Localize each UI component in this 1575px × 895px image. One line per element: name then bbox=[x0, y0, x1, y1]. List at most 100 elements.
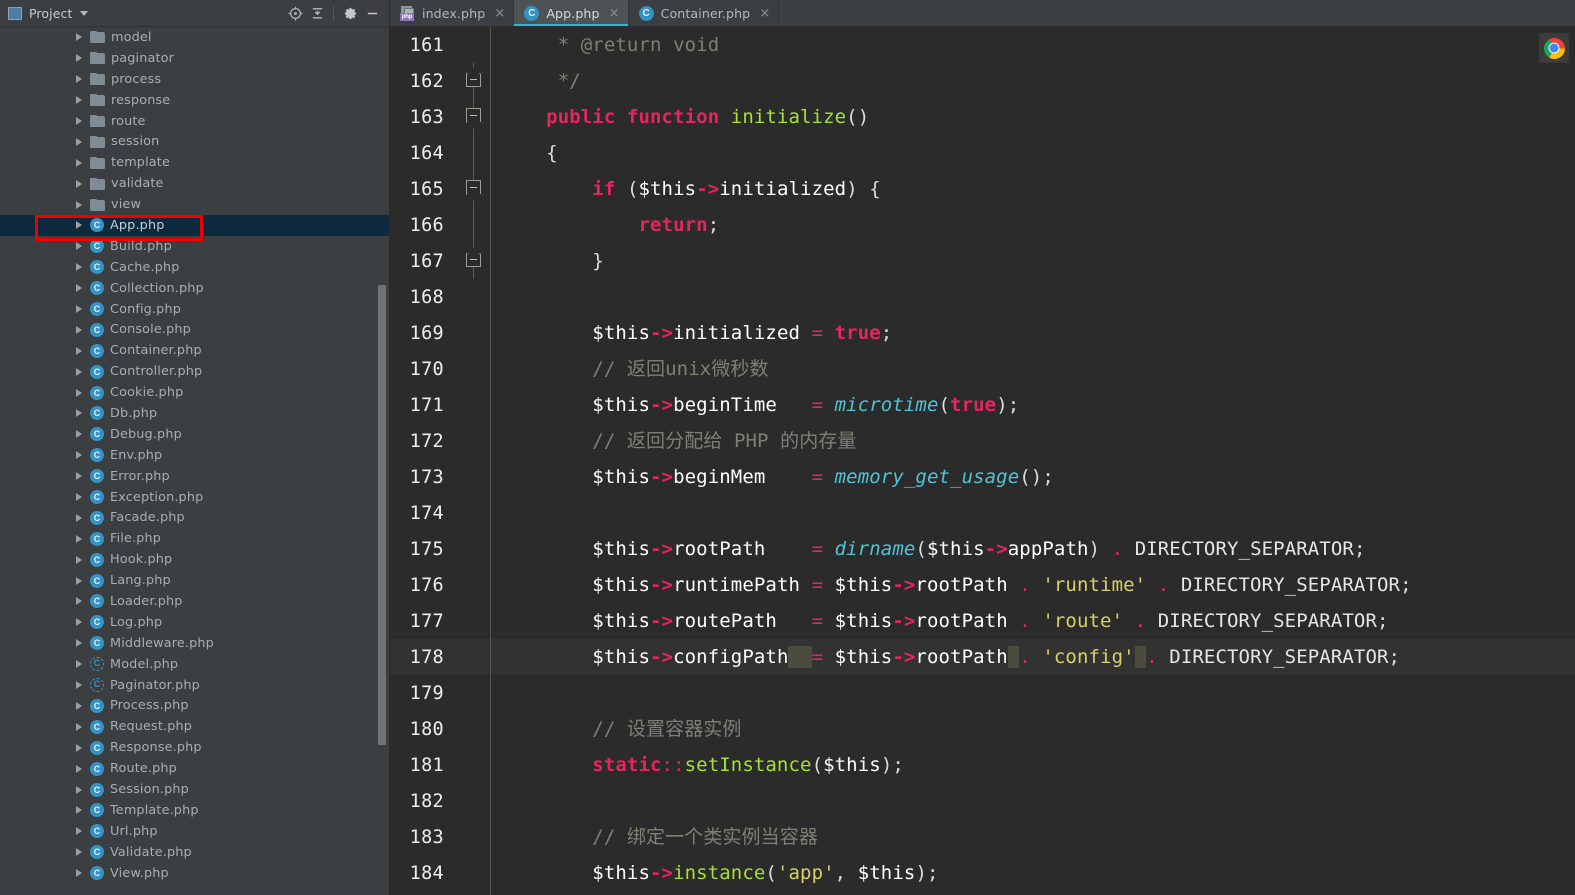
expand-arrow-icon[interactable] bbox=[76, 639, 82, 648]
tree-item-session-php[interactable]: C Session.php bbox=[0, 779, 389, 800]
close-icon[interactable]: × bbox=[609, 7, 620, 20]
tree-item-container-php[interactable]: C Container.php bbox=[0, 340, 389, 361]
code-line-161[interactable]: 161 * @return void bbox=[390, 27, 1575, 63]
fold-marker-icon[interactable] bbox=[466, 252, 481, 267]
tree-item-middleware-php[interactable]: C Middleware.php bbox=[0, 633, 389, 654]
expand-arrow-icon[interactable] bbox=[76, 806, 82, 815]
tree-item-response-php[interactable]: C Response.php bbox=[0, 737, 389, 758]
code-fold-gutter[interactable] bbox=[456, 387, 492, 423]
tree-item-process-php[interactable]: C Process.php bbox=[0, 696, 389, 717]
code-fold-gutter[interactable] bbox=[456, 63, 492, 99]
code-line-176[interactable]: 176 $this->runtimePath = $this->rootPath… bbox=[390, 567, 1575, 603]
code-fold-gutter[interactable] bbox=[456, 567, 492, 603]
expand-arrow-icon[interactable] bbox=[76, 785, 82, 794]
expand-arrow-icon[interactable] bbox=[76, 242, 82, 251]
tree-item-model-php[interactable]: C Model.php bbox=[0, 654, 389, 675]
tree-item-session[interactable]: session bbox=[0, 131, 389, 152]
code-fold-gutter[interactable] bbox=[456, 99, 492, 135]
code-fold-gutter[interactable] bbox=[456, 747, 492, 783]
tree-item-response[interactable]: response bbox=[0, 90, 389, 111]
expand-arrow-icon[interactable] bbox=[76, 325, 82, 334]
tree-item-cache-php[interactable]: C Cache.php bbox=[0, 257, 389, 278]
expand-arrow-icon[interactable] bbox=[76, 743, 82, 752]
expand-arrow-icon[interactable] bbox=[76, 597, 82, 606]
code-fold-gutter[interactable] bbox=[456, 711, 492, 747]
expand-arrow-icon[interactable] bbox=[76, 848, 82, 857]
sidebar-scrollbar-thumb[interactable] bbox=[378, 285, 386, 745]
expand-arrow-icon[interactable] bbox=[76, 388, 82, 397]
expand-arrow-icon[interactable] bbox=[76, 472, 82, 481]
tree-item-build-php[interactable]: C Build.php bbox=[0, 236, 389, 257]
expand-arrow-icon[interactable] bbox=[76, 701, 82, 710]
tree-item-cookie-php[interactable]: C Cookie.php bbox=[0, 382, 389, 403]
expand-arrow-icon[interactable] bbox=[76, 451, 82, 460]
tree-item-facade-php[interactable]: C Facade.php bbox=[0, 507, 389, 528]
fold-marker-icon[interactable] bbox=[466, 180, 481, 195]
code-line-184[interactable]: 184 $this->instance('app', $this); bbox=[390, 855, 1575, 891]
tree-item-controller-php[interactable]: C Controller.php bbox=[0, 361, 389, 382]
expand-arrow-icon[interactable] bbox=[76, 430, 82, 439]
code-fold-gutter[interactable] bbox=[456, 603, 492, 639]
code-line-164[interactable]: 164 { bbox=[390, 135, 1575, 171]
code-line-173[interactable]: 173 $this->beginMem = memory_get_usage()… bbox=[390, 459, 1575, 495]
tree-item-view[interactable]: view bbox=[0, 194, 389, 215]
tree-item-db-php[interactable]: C Db.php bbox=[0, 403, 389, 424]
code-fold-gutter[interactable] bbox=[456, 315, 492, 351]
code-line-163[interactable]: 163 public function initialize() bbox=[390, 99, 1575, 135]
expand-arrow-icon[interactable] bbox=[76, 513, 82, 522]
code-editor[interactable]: 161 * @return void 162 */163 public funct… bbox=[390, 27, 1575, 895]
expand-arrow-icon[interactable] bbox=[76, 764, 82, 773]
code-line-180[interactable]: 180 // 设置容器实例 bbox=[390, 711, 1575, 747]
expand-arrow-icon[interactable] bbox=[76, 221, 82, 230]
tree-item-validate-php[interactable]: C Validate.php bbox=[0, 842, 389, 863]
chevron-down-icon[interactable] bbox=[80, 10, 89, 16]
code-line-165[interactable]: 165 if ($this->initialized) { bbox=[390, 171, 1575, 207]
tree-item-console-php[interactable]: C Console.php bbox=[0, 319, 389, 340]
tree-item-error-php[interactable]: C Error.php bbox=[0, 466, 389, 487]
expand-arrow-icon[interactable] bbox=[76, 869, 82, 878]
tree-item-hook-php[interactable]: C Hook.php bbox=[0, 549, 389, 570]
tree-item-file-php[interactable]: C File.php bbox=[0, 528, 389, 549]
expand-arrow-icon[interactable] bbox=[76, 493, 82, 502]
expand-arrow-icon[interactable] bbox=[76, 576, 82, 585]
close-icon[interactable]: × bbox=[494, 7, 505, 20]
expand-arrow-icon[interactable] bbox=[76, 75, 82, 84]
locate-icon[interactable] bbox=[284, 2, 306, 24]
expand-arrow-icon[interactable] bbox=[76, 158, 82, 167]
sidebar-scrollbar-track[interactable] bbox=[378, 27, 388, 895]
code-fold-gutter[interactable] bbox=[456, 423, 492, 459]
tree-item-loader-php[interactable]: C Loader.php bbox=[0, 591, 389, 612]
code-fold-gutter[interactable] bbox=[456, 495, 492, 531]
code-line-169[interactable]: 169 $this->initialized = true; bbox=[390, 315, 1575, 351]
collapse-all-icon[interactable] bbox=[306, 2, 328, 24]
tree-item-process[interactable]: process bbox=[0, 69, 389, 90]
code-fold-gutter[interactable] bbox=[456, 243, 492, 279]
tree-item-paginator-php[interactable]: C Paginator.php bbox=[0, 675, 389, 696]
code-fold-gutter[interactable] bbox=[456, 783, 492, 819]
code-fold-gutter[interactable] bbox=[456, 531, 492, 567]
code-line-171[interactable]: 171 $this->beginTime = microtime(true); bbox=[390, 387, 1575, 423]
code-fold-gutter[interactable] bbox=[456, 279, 492, 315]
code-fold-gutter[interactable] bbox=[456, 459, 492, 495]
chrome-browser-icon[interactable] bbox=[1539, 33, 1569, 63]
code-line-170[interactable]: 170 // 返回unix微秒数 bbox=[390, 351, 1575, 387]
tree-item-app-php[interactable]: C App.php bbox=[0, 215, 389, 236]
tree-item-collection-php[interactable]: C Collection.php bbox=[0, 278, 389, 299]
tree-item-env-php[interactable]: C Env.php bbox=[0, 445, 389, 466]
tree-item-model[interactable]: model bbox=[0, 27, 389, 48]
code-fold-gutter[interactable] bbox=[456, 135, 492, 171]
tree-item-view-php[interactable]: C View.php bbox=[0, 863, 389, 884]
code-line-178[interactable]: 178 $this->configPath = $this->rootPath … bbox=[390, 639, 1575, 675]
tree-item-log-php[interactable]: C Log.php bbox=[0, 612, 389, 633]
expand-arrow-icon[interactable] bbox=[76, 96, 82, 105]
code-line-183[interactable]: 183 // 绑定一个类实例当容器 bbox=[390, 819, 1575, 855]
tree-item-lang-php[interactable]: C Lang.php bbox=[0, 570, 389, 591]
expand-arrow-icon[interactable] bbox=[76, 263, 82, 272]
code-line-166[interactable]: 166 return; bbox=[390, 207, 1575, 243]
expand-arrow-icon[interactable] bbox=[76, 681, 82, 690]
code-fold-gutter[interactable] bbox=[456, 207, 492, 243]
expand-arrow-icon[interactable] bbox=[76, 346, 82, 355]
tree-item-paginator[interactable]: paginator bbox=[0, 48, 389, 69]
code-line-177[interactable]: 177 $this->routePath = $this->rootPath .… bbox=[390, 603, 1575, 639]
close-icon[interactable]: × bbox=[759, 7, 770, 20]
